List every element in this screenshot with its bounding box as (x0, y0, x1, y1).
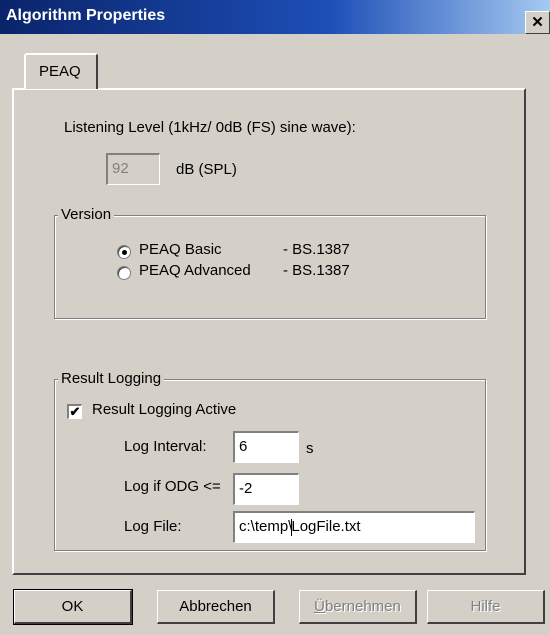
help-label: Hilfe (470, 598, 501, 615)
log-interval-label: Log Interval: (124, 438, 207, 455)
peaq-advanced-label[interactable]: PEAQ Advanced (139, 262, 251, 279)
tab-peaq[interactable]: PEAQ (24, 53, 98, 89)
result-logging-active-label[interactable]: Result Logging Active (92, 401, 236, 418)
log-file-label: Log File: (124, 518, 182, 535)
apply-label-rest: bernehmen (324, 598, 401, 615)
log-interval-unit: s (306, 440, 314, 457)
version-group-legend: Version (58, 206, 115, 223)
log-file-input[interactable]: c:\temp\LogFile.txt (233, 511, 475, 543)
peaq-basic-spec: - BS.1387 (283, 241, 350, 258)
apply-accesskey: Ü (314, 598, 325, 615)
peaq-basic-label[interactable]: PEAQ Basic (139, 241, 222, 258)
apply-button[interactable]: Übernehmen (299, 590, 417, 624)
help-button[interactable]: Hilfe (427, 590, 545, 624)
apply-label: Übernehmen (314, 598, 401, 615)
listening-level-input[interactable]: 92 (106, 153, 160, 185)
result-logging-legend: Result Logging (58, 370, 165, 387)
log-odg-label: Log if ODG <= (124, 478, 221, 495)
log-odg-input[interactable]: -2 (233, 473, 299, 505)
listening-level-unit: dB (SPL) (176, 161, 237, 178)
close-icon: ✕ (531, 14, 544, 31)
ok-label: OK (61, 598, 84, 615)
peaq-advanced-spec: - BS.1387 (283, 262, 350, 279)
result-logging-checkbox[interactable]: ✔ (67, 404, 82, 419)
radio-peaq-advanced[interactable] (117, 266, 131, 280)
listening-level-label: Listening Level (1kHz/ 0dB (FS) sine wav… (64, 119, 356, 136)
tab-label: PEAQ (39, 63, 81, 80)
window-title: Algorithm Properties (6, 7, 166, 24)
log-interval-input[interactable]: 6 (233, 431, 299, 463)
cancel-button[interactable]: Abbrechen (157, 590, 275, 624)
close-button[interactable]: ✕ (525, 11, 550, 34)
ok-button[interactable]: OK (13, 589, 133, 625)
radio-peaq-basic[interactable] (117, 245, 131, 259)
cancel-label: Abbrechen (179, 598, 252, 615)
log-file-name: LogFile.txt (291, 518, 361, 535)
log-file-path: c:\temp\ (239, 518, 293, 535)
